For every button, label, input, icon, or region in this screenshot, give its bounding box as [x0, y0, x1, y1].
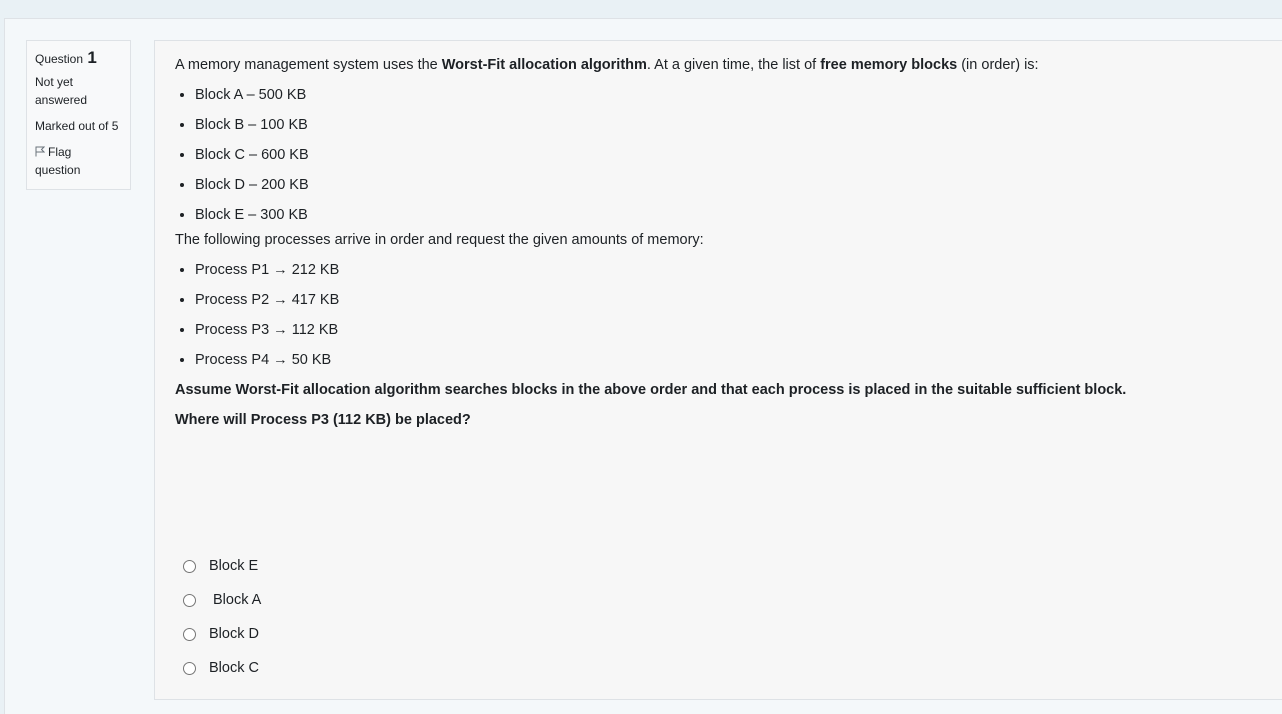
- list-item: Block E – 300 KB: [195, 200, 1262, 230]
- question-grade: Marked out of 5: [35, 119, 119, 133]
- answer-label[interactable]: Block D: [209, 624, 259, 644]
- question-label: Question: [35, 52, 84, 66]
- flag-question-link[interactable]: Flag question: [35, 143, 122, 179]
- answer-option[interactable]: Block A: [183, 583, 261, 617]
- list-item: Block C – 600 KB: [195, 140, 1262, 170]
- radio-button[interactable]: [183, 661, 196, 675]
- state-line-2: answered: [35, 93, 88, 107]
- question-content: A memory management system uses the Wors…: [154, 40, 1282, 700]
- list-item: Process P4 → 50 KB: [195, 345, 1262, 375]
- question-intro: A memory management system uses the Wors…: [175, 57, 1039, 73]
- list-item: Process P2 → 417 KB: [195, 285, 1262, 315]
- question-state: Not yet answered: [35, 73, 122, 109]
- answer-options: Block E Block A Block D Block C: [183, 549, 261, 685]
- free-blocks-list: Block A – 500 KB Block B – 100 KB Block …: [175, 80, 1262, 230]
- answer-label[interactable]: Block C: [209, 658, 259, 678]
- list-item: Block A – 500 KB: [195, 80, 1262, 110]
- processes-intro: The following processes arrive in order …: [175, 232, 704, 248]
- radio-button[interactable]: [183, 627, 196, 641]
- free-blocks-term: free memory blocks: [820, 57, 958, 73]
- list-item: Block B – 100 KB: [195, 110, 1262, 140]
- radio-button[interactable]: [183, 559, 196, 573]
- answer-label[interactable]: Block A: [213, 590, 261, 610]
- question-number-value: 1: [87, 48, 97, 67]
- flag-icon: [35, 146, 45, 157]
- question-prompt: Where will Process P3 (112 KB) be placed…: [175, 412, 471, 428]
- state-line-1: Not yet: [35, 75, 74, 89]
- radio-button[interactable]: [183, 593, 196, 607]
- list-item: Block D – 200 KB: [195, 170, 1262, 200]
- answer-label[interactable]: Block E: [209, 556, 258, 576]
- processes-list: Process P1 → 212 KB Process P2 → 417 KB …: [175, 255, 1262, 375]
- assumption-text: Assume Worst-Fit allocation algorithm se…: [175, 382, 1127, 398]
- list-item: Process P3 → 112 KB: [195, 315, 1262, 345]
- question-number: Question 1: [35, 48, 122, 69]
- flag-label-line-2: question: [35, 163, 81, 177]
- answer-option[interactable]: Block D: [183, 617, 261, 651]
- answer-option[interactable]: Block C: [183, 651, 261, 685]
- list-item: Process P1 → 212 KB: [195, 255, 1262, 285]
- flag-label-line-1: Flag: [48, 145, 72, 159]
- algorithm-name: Worst-Fit allocation algorithm: [441, 57, 647, 73]
- question-info-panel: Question 1 Not yet answered Marked out o…: [26, 40, 131, 190]
- answer-option[interactable]: Block E: [183, 549, 261, 583]
